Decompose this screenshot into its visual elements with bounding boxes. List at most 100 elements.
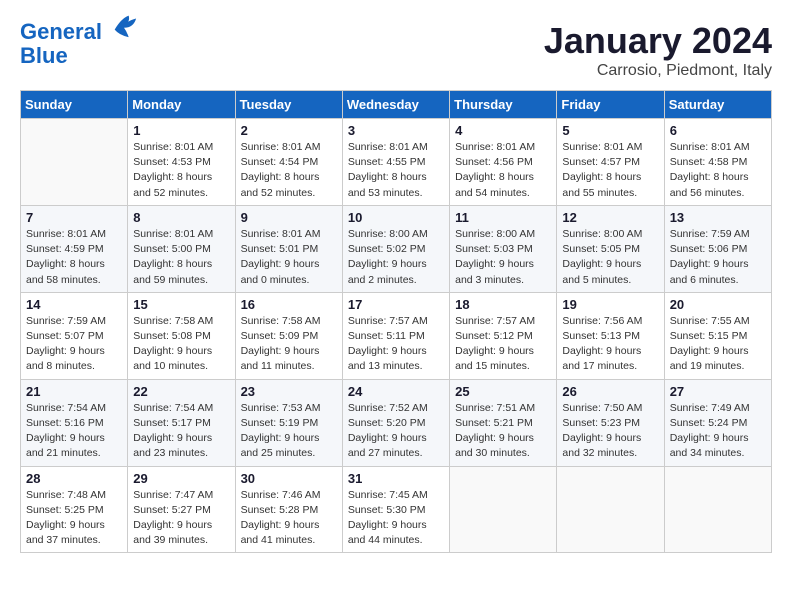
day-info: Sunrise: 8:01 AM Sunset: 4:59 PM Dayligh… [26,227,122,288]
day-cell: 11 Sunrise: 8:00 AM Sunset: 5:03 PM Dayli… [450,205,557,292]
day-header-tuesday: Tuesday [235,91,342,119]
day-number: 5 [562,123,658,138]
day-cell: 4 Sunrise: 8:01 AM Sunset: 4:56 PM Daylig… [450,119,557,206]
day-cell: 26Sunrise: 7:50 AM Sunset: 5:23 PM Dayli… [557,379,664,466]
day-cell: 19Sunrise: 7:56 AM Sunset: 5:13 PM Dayli… [557,292,664,379]
day-number: 22 [133,384,229,399]
day-info: Sunrise: 7:53 AM Sunset: 5:19 PM Dayligh… [241,401,337,462]
days-header-row: SundayMondayTuesdayWednesdayThursdayFrid… [21,91,772,119]
day-header-monday: Monday [128,91,235,119]
day-cell: 3 Sunrise: 8:01 AM Sunset: 4:55 PM Daylig… [342,119,449,206]
day-number: 23 [241,384,337,399]
week-row-1: 1Sunrise: 8:01 AM Sunset: 4:53 PM Daylig… [21,119,772,206]
week-row-5: 28 Sunrise: 7:48 AM Sunset: 5:25 PM Dayli… [21,466,772,553]
day-cell: 7 Sunrise: 8:01 AM Sunset: 4:59 PM Daylig… [21,205,128,292]
day-number: 28 [26,471,122,486]
logo-line1: General [20,19,102,44]
day-number: 10 [348,210,444,225]
day-info: Sunrise: 7:50 AM Sunset: 5:23 PM Dayligh… [562,401,658,462]
week-row-4: 21Sunrise: 7:54 AM Sunset: 5:16 PM Dayli… [21,379,772,466]
day-number: 24 [348,384,444,399]
day-number: 3 [348,123,444,138]
page-header: General Blue January 2024 Carrosio, Pied… [20,20,772,80]
day-info: Sunrise: 7:45 AM Sunset: 5:30 PM Dayligh… [348,488,444,549]
day-info: Sunrise: 8:01 AM Sunset: 5:01 PM Dayligh… [241,227,337,288]
week-row-2: 7 Sunrise: 8:01 AM Sunset: 4:59 PM Daylig… [21,205,772,292]
day-number: 11 [455,210,551,225]
day-info: Sunrise: 7:55 AM Sunset: 5:15 PM Dayligh… [670,314,766,375]
day-cell: 18 Sunrise: 7:57 AM Sunset: 5:12 PM Dayli… [450,292,557,379]
day-number: 21 [26,384,122,399]
day-info: Sunrise: 7:54 AM Sunset: 5:17 PM Dayligh… [133,401,229,462]
day-info: Sunrise: 8:00 AM Sunset: 5:03 PM Dayligh… [455,227,551,288]
day-cell: 8Sunrise: 8:01 AM Sunset: 5:00 PM Daylig… [128,205,235,292]
title-block: January 2024 Carrosio, Piedmont, Italy [544,20,772,80]
day-number: 18 [455,297,551,312]
day-info: Sunrise: 8:01 AM Sunset: 4:56 PM Dayligh… [455,140,551,201]
day-header-sunday: Sunday [21,91,128,119]
logo-bird-icon [110,11,138,39]
day-info: Sunrise: 7:57 AM Sunset: 5:11 PM Dayligh… [348,314,444,375]
day-cell: 6Sunrise: 8:01 AM Sunset: 4:58 PM Daylig… [664,119,771,206]
day-number: 20 [670,297,766,312]
day-cell: 24Sunrise: 7:52 AM Sunset: 5:20 PM Dayli… [342,379,449,466]
day-header-wednesday: Wednesday [342,91,449,119]
day-cell: 17 Sunrise: 7:57 AM Sunset: 5:11 PM Dayli… [342,292,449,379]
week-row-3: 14Sunrise: 7:59 AM Sunset: 5:07 PM Dayli… [21,292,772,379]
day-number: 7 [26,210,122,225]
day-info: Sunrise: 7:47 AM Sunset: 5:27 PM Dayligh… [133,488,229,549]
logo: General Blue [20,20,138,68]
day-info: Sunrise: 8:01 AM Sunset: 4:57 PM Dayligh… [562,140,658,201]
calendar-table: SundayMondayTuesdayWednesdayThursdayFrid… [20,90,772,553]
day-number: 13 [670,210,766,225]
day-number: 29 [133,471,229,486]
day-cell: 9 Sunrise: 8:01 AM Sunset: 5:01 PM Daylig… [235,205,342,292]
day-info: Sunrise: 7:48 AM Sunset: 5:25 PM Dayligh… [26,488,122,549]
day-number: 2 [241,123,337,138]
day-cell: 5 Sunrise: 8:01 AM Sunset: 4:57 PM Daylig… [557,119,664,206]
day-info: Sunrise: 7:46 AM Sunset: 5:28 PM Dayligh… [241,488,337,549]
location-subtitle: Carrosio, Piedmont, Italy [544,62,772,80]
day-number: 31 [348,471,444,486]
day-number: 19 [562,297,658,312]
day-number: 1 [133,123,229,138]
day-cell: 22 Sunrise: 7:54 AM Sunset: 5:17 PM Dayli… [128,379,235,466]
day-number: 4 [455,123,551,138]
day-cell [450,466,557,553]
day-cell: 1Sunrise: 8:01 AM Sunset: 4:53 PM Daylig… [128,119,235,206]
day-info: Sunrise: 8:01 AM Sunset: 4:58 PM Dayligh… [670,140,766,201]
day-cell: 23 Sunrise: 7:53 AM Sunset: 5:19 PM Dayli… [235,379,342,466]
day-cell: 13 Sunrise: 7:59 AM Sunset: 5:06 PM Dayli… [664,205,771,292]
day-info: Sunrise: 8:00 AM Sunset: 5:02 PM Dayligh… [348,227,444,288]
day-cell [21,119,128,206]
day-cell: 10 Sunrise: 8:00 AM Sunset: 5:02 PM Dayli… [342,205,449,292]
day-number: 15 [133,297,229,312]
day-cell: 2 Sunrise: 8:01 AM Sunset: 4:54 PM Daylig… [235,119,342,206]
day-cell: 20 Sunrise: 7:55 AM Sunset: 5:15 PM Dayli… [664,292,771,379]
day-header-saturday: Saturday [664,91,771,119]
day-cell: 15 Sunrise: 7:58 AM Sunset: 5:08 PM Dayli… [128,292,235,379]
day-cell: 31 Sunrise: 7:45 AM Sunset: 5:30 PM Dayli… [342,466,449,553]
day-cell: 27Sunrise: 7:49 AM Sunset: 5:24 PM Dayli… [664,379,771,466]
day-info: Sunrise: 8:01 AM Sunset: 4:55 PM Dayligh… [348,140,444,201]
day-cell: 16Sunrise: 7:58 AM Sunset: 5:09 PM Dayli… [235,292,342,379]
day-cell: 14Sunrise: 7:59 AM Sunset: 5:07 PM Dayli… [21,292,128,379]
day-cell [557,466,664,553]
day-info: Sunrise: 7:58 AM Sunset: 5:09 PM Dayligh… [241,314,337,375]
day-number: 30 [241,471,337,486]
day-info: Sunrise: 7:59 AM Sunset: 5:07 PM Dayligh… [26,314,122,375]
day-cell [664,466,771,553]
day-info: Sunrise: 7:57 AM Sunset: 5:12 PM Dayligh… [455,314,551,375]
day-number: 17 [348,297,444,312]
day-number: 25 [455,384,551,399]
day-number: 9 [241,210,337,225]
day-info: Sunrise: 8:01 AM Sunset: 4:54 PM Dayligh… [241,140,337,201]
day-cell: 28 Sunrise: 7:48 AM Sunset: 5:25 PM Dayli… [21,466,128,553]
day-cell: 29 Sunrise: 7:47 AM Sunset: 5:27 PM Dayli… [128,466,235,553]
day-info: Sunrise: 7:59 AM Sunset: 5:06 PM Dayligh… [670,227,766,288]
day-cell: 30 Sunrise: 7:46 AM Sunset: 5:28 PM Dayli… [235,466,342,553]
day-info: Sunrise: 8:01 AM Sunset: 5:00 PM Dayligh… [133,227,229,288]
day-info: Sunrise: 7:58 AM Sunset: 5:08 PM Dayligh… [133,314,229,375]
logo-line2: Blue [20,43,68,68]
day-cell: 12Sunrise: 8:00 AM Sunset: 5:05 PM Dayli… [557,205,664,292]
